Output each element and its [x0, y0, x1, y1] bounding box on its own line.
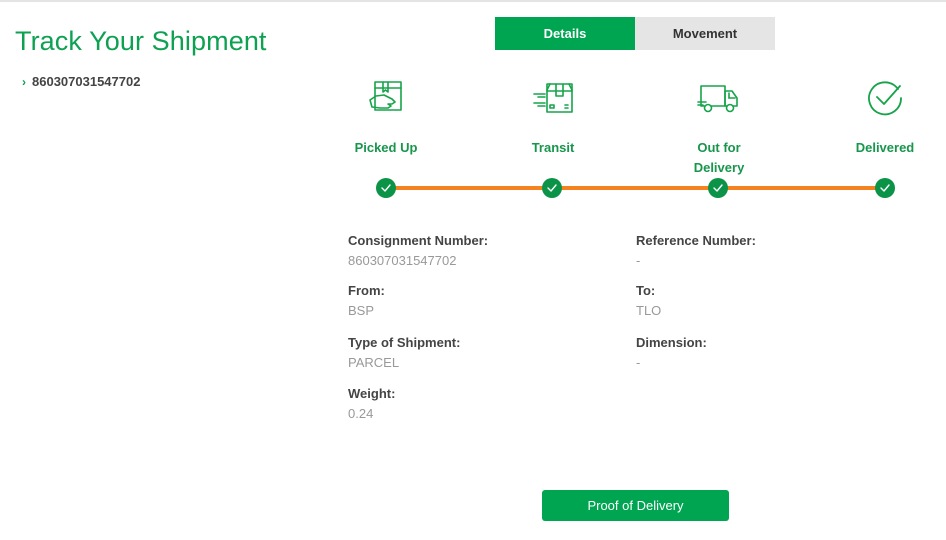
field-dimension: Dimension: - — [636, 335, 707, 370]
proof-of-delivery-button[interactable]: Proof of Delivery — [542, 490, 729, 521]
stage-check-dot — [708, 178, 728, 198]
checkmark-icon — [381, 184, 391, 192]
delivery-truck-icon — [659, 76, 779, 120]
field-label: Reference Number: — [636, 233, 756, 248]
field-reference-number: Reference Number: - — [636, 233, 756, 268]
checkmark-icon — [547, 184, 557, 192]
tab-details[interactable]: Details — [495, 17, 635, 50]
checkmark-icon — [713, 184, 723, 192]
check-circle-icon — [825, 76, 945, 120]
field-to: To: TLO — [636, 283, 661, 318]
field-type-of-shipment: Type of Shipment: PARCEL — [348, 335, 460, 370]
field-label: Weight: — [348, 386, 396, 401]
field-label: To: — [636, 283, 656, 298]
field-label: Dimension: — [636, 335, 707, 350]
stage-picked-up: Picked Up — [326, 76, 446, 158]
stage-out-for-delivery: Out for Delivery — [659, 76, 779, 178]
stage-transit: Transit — [493, 76, 613, 158]
progress-track-line — [386, 186, 885, 190]
tab-movement[interactable]: Movement — [635, 17, 775, 50]
stage-label: Transit — [531, 140, 575, 155]
field-label: Consignment Number: — [348, 233, 489, 248]
stage-label: Out for Delivery — [693, 140, 745, 175]
field-consignment-number: Consignment Number: 860307031547702 — [348, 233, 488, 268]
field-value: 0.24 — [348, 406, 374, 421]
shipment-list-item[interactable]: › 860307031547702 — [22, 74, 140, 89]
field-value: PARCEL — [348, 355, 400, 370]
field-label: From: — [348, 283, 385, 298]
tab-bar: Details Movement — [495, 17, 775, 50]
stage-check-dot — [542, 178, 562, 198]
field-value: TLO — [636, 303, 662, 318]
stage-label: Delivered — [855, 140, 915, 155]
shipment-number: 860307031547702 — [32, 74, 141, 89]
field-from: From: BSP — [348, 283, 385, 318]
stage-label: Picked Up — [354, 140, 418, 155]
field-value: BSP — [348, 303, 375, 318]
checkmark-icon — [880, 184, 890, 192]
moving-box-icon — [493, 76, 613, 120]
field-value: - — [636, 253, 641, 268]
field-value: - — [636, 355, 641, 370]
hand-box-icon — [326, 76, 446, 120]
stage-delivered: Delivered — [825, 76, 945, 158]
field-weight: Weight: 0.24 — [348, 386, 395, 421]
field-value: 860307031547702 — [348, 253, 457, 268]
stage-check-dot — [376, 178, 396, 198]
chevron-right-icon: › — [22, 74, 26, 89]
page-title: Track Your Shipment — [15, 26, 267, 56]
stage-check-dot — [875, 178, 895, 198]
field-label: Type of Shipment: — [348, 335, 461, 350]
